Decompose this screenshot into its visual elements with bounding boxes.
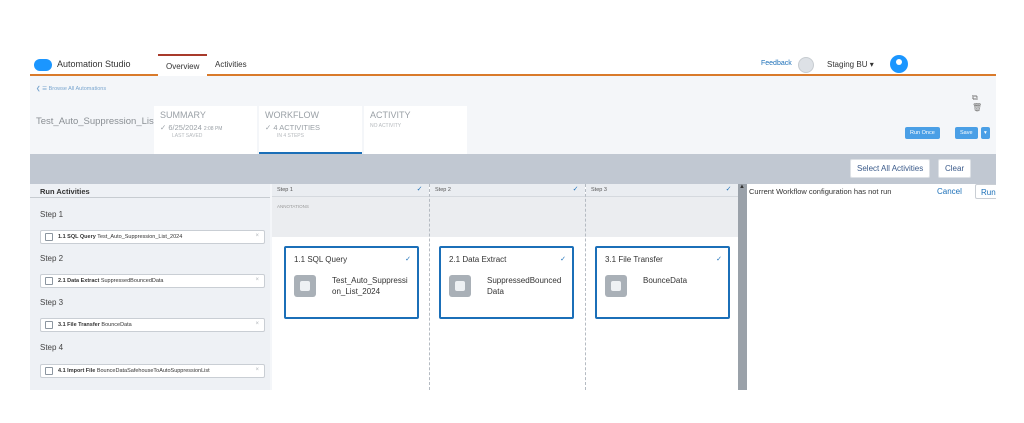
step-column-label: Step 3 (591, 187, 607, 193)
sql-query-icon (294, 275, 316, 297)
activity-name: BounceData (101, 322, 132, 328)
column-divider (429, 184, 430, 390)
save-button[interactable]: Save (955, 127, 978, 139)
card-check-icon[interactable]: ✓ (716, 255, 722, 263)
stage-workflow[interactable]: WORKFLOW ✓ 4 ACTIVITIES IN 4 STEPS (259, 106, 362, 154)
automation-studio-app: Automation Studio Overview Activities Fe… (30, 54, 996, 390)
card-title: 2.1 Data Extract (449, 255, 507, 264)
workflow-value: 4 ACTIVITIES (273, 123, 321, 132)
activity-card[interactable]: 2.1 Data Extract ✓ SuppressedBouncedData (439, 246, 574, 319)
app-name: Automation Studio (57, 59, 131, 69)
remove-icon[interactable]: × (255, 367, 259, 373)
activity-name: Test_Auto_Suppression_List_2024 (97, 234, 183, 240)
salesforce-cloud-icon (34, 59, 52, 71)
step-column-header[interactable]: Step 2 ✓ (430, 184, 585, 197)
workflow-title: WORKFLOW (265, 110, 319, 120)
run-status-message: Current Workflow configuration has not r… (749, 187, 892, 196)
run-step-label: Step 3 (40, 298, 64, 307)
activity-name: SuppressedBouncedData (100, 278, 164, 284)
step-column-header[interactable]: Step 1 ✓ (272, 184, 429, 197)
run-activities-header: Run Activities (30, 184, 270, 198)
step-checkbox-icon[interactable]: ✓ (724, 186, 733, 194)
run-step-label: Step 4 (40, 343, 64, 352)
remove-icon[interactable]: × (255, 233, 259, 239)
scroll-up-icon[interactable]: ▲ (739, 184, 745, 190)
card-activity-name: SuppressedBouncedData (487, 276, 562, 296)
activity-card[interactable]: 3.1 File Transfer ✓ BounceData (595, 246, 730, 319)
stage-summary[interactable]: SUMMARY ✓ 6/25/2024 2:08 PM LAST SAVED (154, 106, 257, 154)
activity-value: NO ACTIVITY (370, 123, 402, 129)
card-title: 1.1 SQL Query (294, 255, 348, 264)
feedback-link[interactable]: Feedback (761, 60, 792, 67)
run-activity-row[interactable]: 1.1 SQL Query Test_Auto_Suppression_List… (40, 230, 265, 244)
file-transfer-icon (605, 275, 627, 297)
user-avatar-icon[interactable] (890, 55, 908, 73)
run-step-label: Step 2 (40, 254, 64, 263)
step-checkbox-icon[interactable]: ✓ (571, 186, 580, 194)
run-step-label: Step 1 (40, 210, 64, 219)
file-transfer-icon (45, 321, 53, 329)
activity-name: BounceDataSafehouseToAutoSuppressionList (96, 368, 210, 374)
annotations-label: ANNOTATIONS (277, 204, 309, 209)
top-nav: Automation Studio Overview Activities Fe… (30, 54, 996, 76)
activity-number: 4.1 Import File (58, 368, 96, 374)
annotations-band (272, 197, 738, 237)
browse-all-automations-link[interactable]: ❮ ☰ Browse All Automations (36, 86, 106, 92)
run-activities-title: Run Activities (40, 187, 90, 196)
activity-number: 3.1 File Transfer (58, 322, 100, 328)
tab-activities[interactable]: Activities (215, 60, 247, 69)
workflow-sub: IN 4 STEPS (277, 133, 304, 139)
run-activity-row[interactable]: 4.1 Import File BounceDataSafehouseToAut… (40, 364, 265, 378)
card-check-icon[interactable]: ✓ (405, 255, 411, 263)
card-activity-name: BounceData (643, 276, 688, 285)
card-title: 3.1 File Transfer (605, 255, 663, 264)
remove-icon[interactable]: × (255, 277, 259, 283)
summary-title: SUMMARY (160, 110, 206, 120)
activity-title: ACTIVITY (370, 110, 411, 120)
business-unit-dropdown[interactable]: Staging BU ▾ (827, 60, 874, 69)
run-once-button[interactable]: Run Once (905, 127, 940, 139)
step-checkbox-icon[interactable]: ✓ (415, 186, 424, 194)
sql-query-icon (45, 233, 53, 241)
step-column-label: Step 1 (277, 187, 293, 193)
import-file-icon (45, 367, 53, 375)
cancel-link[interactable]: Cancel (937, 187, 962, 196)
run-status-area: Current Workflow configuration has not r… (747, 184, 996, 390)
copy-delete-icons[interactable]: ⧉ 🗑 (972, 93, 996, 112)
activity-number: 2.1 Data Extract (58, 278, 100, 284)
step-column-header[interactable]: Step 3 ✓ (586, 184, 738, 197)
activity-number: 1.1 SQL Query (58, 234, 96, 240)
step-column-label: Step 2 (435, 187, 451, 193)
run-button[interactable]: Run (975, 184, 996, 199)
summary-date: 6/25/2024 (168, 123, 202, 132)
tab-overview[interactable]: Overview (158, 54, 208, 76)
stage-activity[interactable]: ACTIVITY NO ACTIVITY (364, 106, 467, 154)
data-extract-icon (449, 275, 471, 297)
workflow-value-line: ✓ 4 ACTIVITIES (265, 123, 321, 132)
vertical-scrollbar[interactable]: ▲ (738, 184, 747, 390)
feedback-avatar-icon (798, 57, 814, 73)
data-extract-icon (45, 277, 53, 285)
remove-icon[interactable]: × (255, 321, 259, 327)
run-activity-row[interactable]: 3.1 File Transfer BounceData × (40, 318, 265, 332)
save-menu-button[interactable]: ▾ (981, 127, 990, 139)
column-divider (585, 184, 586, 390)
summary-time: 2:08 PM (203, 126, 223, 132)
card-activity-name: Test_Auto_Suppression_List_2024 (332, 276, 408, 296)
summary-sub: LAST SAVED (172, 133, 203, 139)
run-activities-panel: Run Activities Step 1 1.1 SQL Query Test… (30, 184, 270, 390)
workflow-canvas: ANNOTATIONS Step 1 ✓ Step 2 ✓ Step 3 ✓ 1… (272, 184, 738, 390)
automation-name[interactable]: Test_Auto_Suppression_List (36, 115, 156, 129)
card-check-icon[interactable]: ✓ (560, 255, 566, 263)
clear-button[interactable]: Clear (938, 159, 972, 178)
run-activity-row[interactable]: 2.1 Data Extract SuppressedBouncedData × (40, 274, 265, 288)
select-all-activities-button[interactable]: Select All Activities (850, 159, 931, 178)
activity-card[interactable]: 1.1 SQL Query ✓ Test_Auto_Suppression_Li… (284, 246, 419, 319)
summary-date-line: ✓ 6/25/2024 2:08 PM (160, 123, 223, 132)
